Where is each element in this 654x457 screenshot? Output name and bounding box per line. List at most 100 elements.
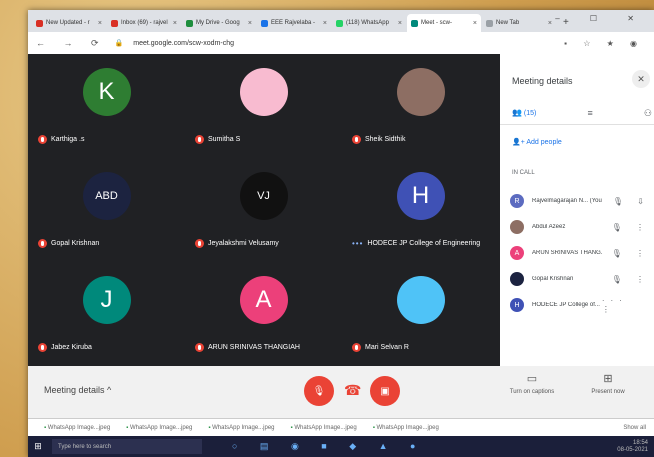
windows-start-icon[interactable]: ⊞ (28, 441, 48, 452)
favicon-icon (111, 19, 118, 27)
participant-tile[interactable]: H ••• HODECE JP College of Engineering (342, 158, 499, 262)
tab-list: New Updated - r × Inbox (69) - rajvel × My D… (32, 14, 557, 32)
downloads-bar: WhatsApp Image...jpeg WhatsApp Image...jp… (28, 418, 654, 437)
browser-tab[interactable]: EEE Rajvelaba - × (257, 14, 331, 32)
person-name: HODECE JP College of... (532, 302, 600, 308)
people-list-item[interactable]: Abdul Azeez 🎙 ⋮ (510, 214, 650, 240)
person-actions-icon[interactable]: 🎙 ⋮ (612, 275, 650, 284)
mic-muted-icon (38, 343, 47, 352)
browser-tab[interactable]: New Tab × (482, 14, 556, 32)
participant-tile[interactable]: Mari Selvan R (342, 262, 499, 366)
participant-photo: ABD (82, 172, 131, 220)
browser-actions[interactable]: ▪ ☆ ★ ◉ (564, 39, 644, 48)
people-list-item[interactable]: R Rajvelmagarajan N... (You) 🎙 ⇩ (510, 188, 650, 214)
participant-avatar: J (82, 276, 131, 324)
monitor-screen: New Updated - r × Inbox (69) - rajvel × My D… (28, 10, 654, 457)
url-field[interactable]: meet.google.com/scw-xodm-chg (133, 40, 234, 47)
window-controls[interactable]: – ☐ ✕ (555, 14, 648, 23)
taskbar-search[interactable]: Type here to search (52, 439, 202, 454)
person-name: ARUN SRINIVAS THANG... (532, 250, 602, 256)
browser-tab[interactable]: Inbox (69) - rajvel × (107, 14, 181, 32)
participant-name: Mari Selvan R (352, 343, 409, 352)
browser-tab[interactable]: (118) WhatsApp × (332, 14, 406, 32)
people-list-item[interactable]: H HODECE JP College of... ··· ⋮ (510, 292, 650, 318)
mic-muted-icon (195, 239, 204, 248)
people-list-item[interactable]: Gopal Krishnan 🎙 ⋮ (510, 266, 650, 292)
close-tab-icon[interactable]: × (98, 20, 102, 27)
close-tab-icon[interactable]: × (173, 20, 177, 27)
close-icon[interactable]: ✕ (632, 70, 650, 88)
person-actions-icon[interactable]: ··· ⋮ (602, 296, 650, 314)
close-tab-icon[interactable]: × (473, 20, 477, 27)
participant-tile[interactable]: Sumitha S (185, 54, 342, 158)
people-list-item[interactable]: A ARUN SRINIVAS THANG... 🎙 ⋮ (510, 240, 650, 266)
participant-tile[interactable]: ABD Gopal Krishnan (28, 158, 185, 262)
participant-name-text: Jeyalakshmi Velusamy (208, 240, 279, 247)
participant-tile[interactable]: K Karthiga .s (28, 54, 185, 158)
participant-name: ••• HODECE JP College of Engineering (352, 239, 480, 248)
download-item[interactable]: WhatsApp Image...jpeg (373, 425, 438, 431)
participant-tile[interactable]: Sheik Sidthik (342, 54, 499, 158)
mic-muted-icon (195, 135, 204, 144)
people-icon: 👥 (512, 108, 522, 117)
add-people-button[interactable]: 👤+ Add people (512, 138, 562, 146)
participant-avatar: K (82, 68, 131, 116)
close-tab-icon[interactable]: × (398, 20, 402, 27)
mute-mic-button[interactable]: 🎙 (304, 376, 334, 406)
browser-tab[interactable]: Meet - scw- × (407, 14, 481, 32)
download-item[interactable]: WhatsApp Image...jpeg (44, 425, 110, 431)
taskbar-apps[interactable]: ○ ▤ ◉ ■ ◆ ▲ ● (232, 441, 426, 452)
close-tab-icon[interactable]: × (248, 20, 252, 27)
person-actions-icon[interactable]: 🎙 ⋮ (612, 249, 650, 258)
activities-icon[interactable]: ⚇ (644, 108, 652, 119)
clock-date: 08-05-2021 (617, 446, 648, 453)
person-avatar: R (510, 194, 524, 208)
speaking-icon: ••• (352, 239, 364, 248)
participant-tile[interactable]: A ARUN SRINIVAS THANGIAH (185, 262, 342, 366)
captions-label: Turn on captions (509, 389, 555, 395)
system-tray[interactable]: 18:54 08-05-2021 (617, 440, 648, 454)
person-actions-icon[interactable]: 🎙 ⇩ (613, 197, 650, 206)
camera-off-button[interactable]: ▣ (370, 376, 400, 406)
add-people-label: Add people (526, 139, 562, 146)
tab-people[interactable]: 👥 (15) (512, 108, 536, 119)
present-icon: ⊞ (603, 373, 613, 385)
lock-icon: 🔒 (114, 40, 124, 47)
participant-tile[interactable]: J Jabez Kiruba (28, 262, 185, 366)
tab-label: (118) WhatsApp (346, 20, 389, 26)
close-tab-icon[interactable]: × (323, 20, 327, 27)
person-avatar: H (510, 298, 524, 312)
participant-photo (239, 68, 288, 116)
participant-tile[interactable]: VJ Jeyalakshmi Velusamy (185, 158, 342, 262)
mic-muted-icon (352, 135, 361, 144)
chat-icon[interactable]: ≡ (588, 108, 593, 119)
present-label: Present now (591, 389, 625, 395)
participant-photo (396, 276, 445, 324)
download-item[interactable]: WhatsApp Image...jpeg (208, 425, 274, 431)
nav-buttons[interactable]: ← → ⟳ (36, 38, 107, 49)
favicon-icon (186, 19, 193, 27)
person-name: Gopal Krishnan (532, 276, 574, 282)
tab-label: Meet - scw- (421, 20, 453, 26)
browser-tab[interactable]: My Drive - Goog × (182, 14, 256, 32)
camera-off-icon: ▣ (380, 385, 390, 397)
meeting-details-button[interactable]: Meeting details ^ (44, 385, 111, 395)
browser-tab[interactable]: New Updated - r × (32, 14, 106, 32)
captions-button[interactable]: ▭ Turn on captions (502, 372, 562, 395)
participant-name-text: Jabez Kiruba (51, 344, 92, 351)
close-tab-icon[interactable]: × (548, 20, 552, 27)
participant-photo (396, 68, 445, 116)
divider (500, 124, 654, 125)
mic-muted-icon (38, 135, 47, 144)
participant-name-text: ARUN SRINIVAS THANGIAH (208, 344, 300, 351)
show-all-button[interactable]: Show all (623, 425, 646, 431)
hang-up-icon[interactable]: ☎ (344, 382, 361, 399)
download-item[interactable]: WhatsApp Image...jpeg (291, 425, 356, 431)
favicon-icon (261, 19, 268, 27)
in-call-heading: IN CALL (512, 170, 535, 176)
participant-name: Karthiga .s (38, 135, 84, 144)
download-item[interactable]: WhatsApp Image...jpeg (126, 425, 192, 431)
present-button[interactable]: ⊞ Present now (578, 372, 638, 395)
person-actions-icon[interactable]: 🎙 ⋮ (612, 223, 650, 232)
participant-avatar: A (239, 276, 288, 324)
